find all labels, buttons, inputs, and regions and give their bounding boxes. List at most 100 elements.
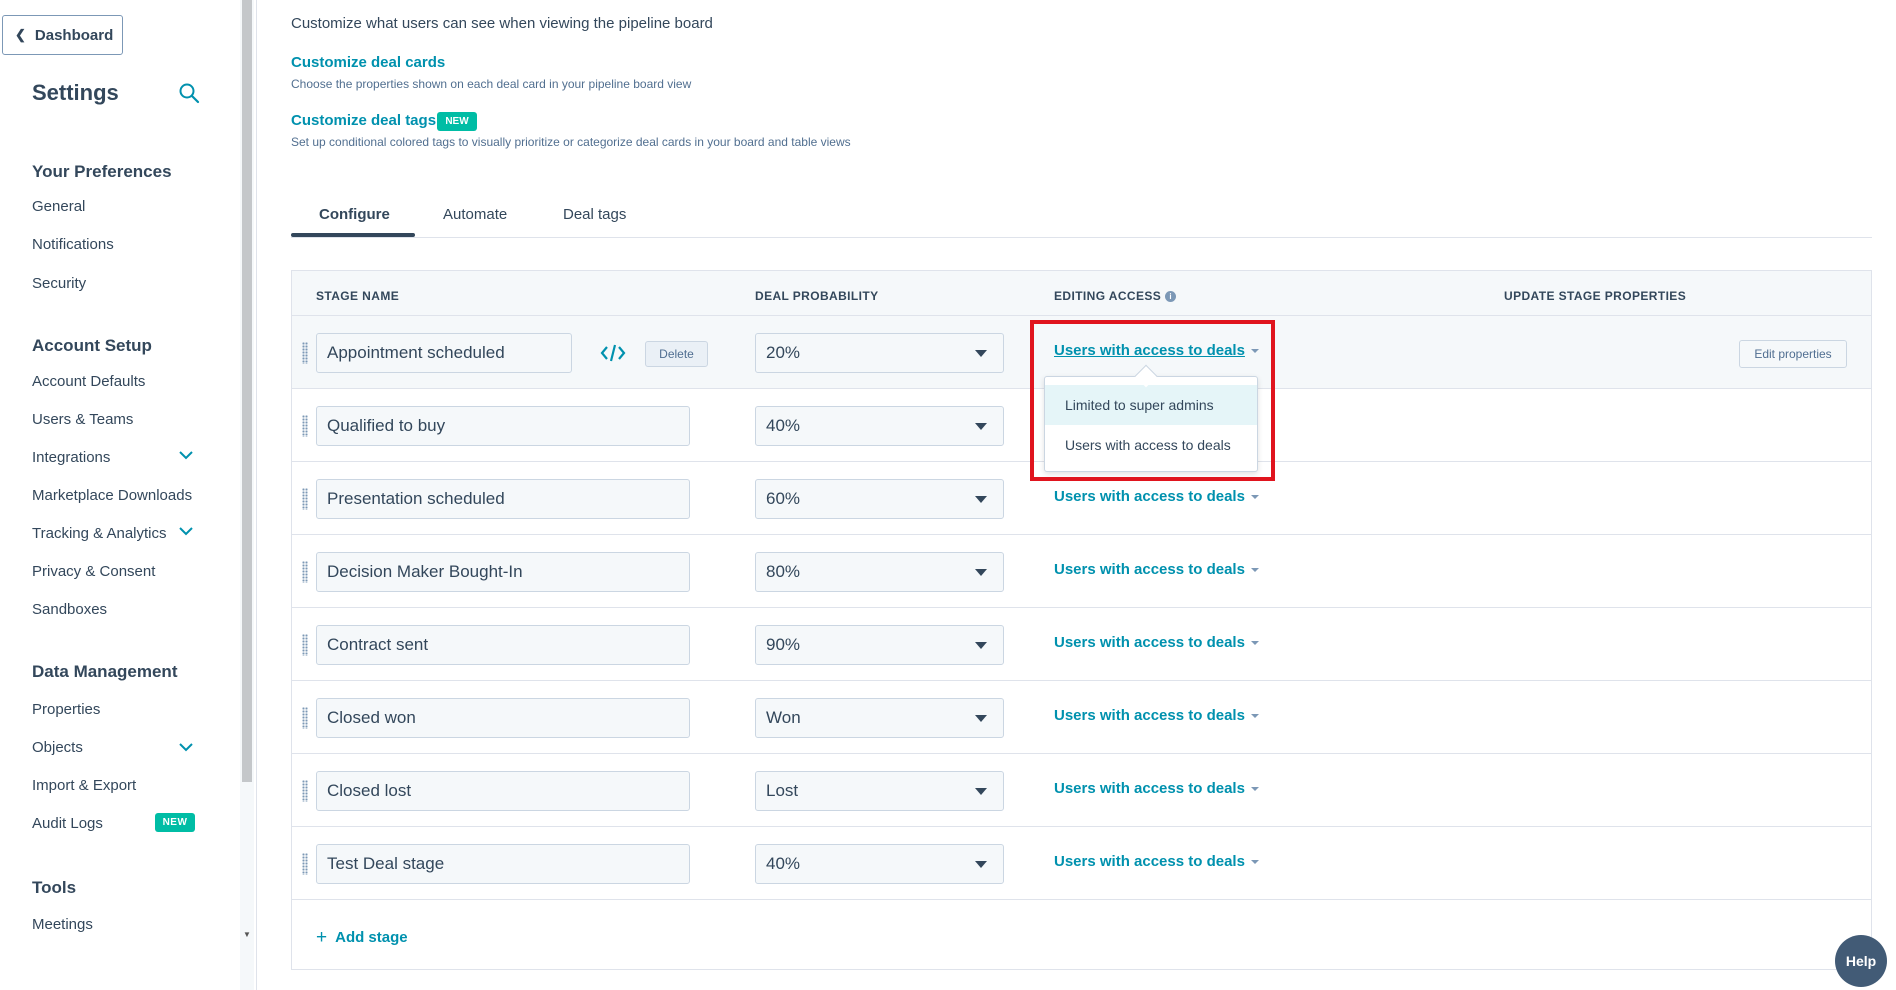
new-badge: NEW <box>437 112 477 131</box>
editing-access-dropdown[interactable]: Users with access to deals <box>1054 488 1259 505</box>
code-icon[interactable] <box>600 342 626 364</box>
active-tab-indicator <box>291 233 415 237</box>
caret-down-icon <box>1250 860 1259 865</box>
sidebar-item-sandboxes[interactable]: Sandboxes <box>32 601 107 618</box>
customize-deal-cards-desc: Choose the properties shown on each deal… <box>291 77 692 91</box>
stage-name-input[interactable]: Presentation scheduled <box>316 479 690 519</box>
drag-handle-icon[interactable] <box>302 634 308 656</box>
caret-down-icon <box>975 861 987 868</box>
help-button[interactable]: Help <box>1835 935 1887 987</box>
deal-probability-select[interactable]: 90% <box>755 625 1004 665</box>
editing-access-value: Users with access to deals <box>1054 634 1245 651</box>
add-stage-button[interactable]: + Add stage <box>316 927 408 949</box>
drag-handle-icon[interactable] <box>302 415 308 437</box>
header-deal-probability: DEAL PROBABILITY <box>755 289 879 303</box>
editing-access-value: Users with access to deals <box>1054 780 1245 797</box>
tab-automate[interactable]: Automate <box>443 206 507 223</box>
sidebar-item-notifications[interactable]: Notifications <box>32 236 114 253</box>
stage-name-input[interactable]: Qualified to buy <box>316 406 690 446</box>
editing-access-value: Users with access to deals <box>1054 561 1245 578</box>
sidebar-item-general[interactable]: General <box>32 198 85 215</box>
deal-probability-value: Lost <box>766 781 799 800</box>
stage-name-input[interactable]: Appointment scheduled <box>316 333 572 373</box>
settings-sidebar: ❮ Dashboard Settings Your Preferences Ge… <box>0 0 240 990</box>
deal-probability-value: 20% <box>766 343 801 362</box>
table-row: Closed won Won Users with access to deal… <box>292 681 1871 754</box>
stage-name-input[interactable]: Test Deal stage <box>316 844 690 884</box>
caret-down-icon <box>975 496 987 503</box>
stage-name-input[interactable]: Contract sent <box>316 625 690 665</box>
sidebar-item-marketplace-downloads[interactable]: Marketplace Downloads <box>32 487 192 504</box>
scrollbar-thumb[interactable] <box>242 0 252 782</box>
highlight-annotation-box <box>1030 320 1275 481</box>
deal-probability-select[interactable]: 60% <box>755 479 1004 519</box>
caret-down-icon <box>1250 714 1259 719</box>
scroll-down-icon[interactable]: ▼ <box>243 930 251 939</box>
table-header: STAGE NAME DEAL PROBABILITY EDITING ACCE… <box>292 271 1871 316</box>
editing-access-value: Users with access to deals <box>1054 707 1245 724</box>
drag-handle-icon[interactable] <box>302 780 308 802</box>
edit-properties-button[interactable]: Edit properties <box>1739 340 1847 368</box>
sidebar-item-objects[interactable]: Objects <box>32 739 83 756</box>
sidebar-scrollbar[interactable]: ▲ ▼ <box>240 0 254 990</box>
editing-access-value: Users with access to deals <box>1054 853 1245 870</box>
deal-probability-select[interactable]: 40% <box>755 406 1004 446</box>
section-account-setup: Account Setup <box>32 336 152 355</box>
sidebar-item-security[interactable]: Security <box>32 275 86 292</box>
chevron-down-icon[interactable] <box>178 450 194 460</box>
back-to-dashboard-button[interactable]: ❮ Dashboard <box>2 15 123 55</box>
stage-name-input[interactable]: Decision Maker Bought-In <box>316 552 690 592</box>
chevron-down-icon[interactable] <box>178 526 194 536</box>
caret-down-icon <box>1250 568 1259 573</box>
tab-deal-tags[interactable]: Deal tags <box>563 206 626 223</box>
sidebar-item-users-teams[interactable]: Users & Teams <box>32 411 133 428</box>
caret-down-icon <box>1250 641 1259 646</box>
caret-down-icon <box>975 642 987 649</box>
editing-access-dropdown[interactable]: Users with access to deals <box>1054 780 1259 797</box>
delete-stage-button[interactable]: Delete <box>645 341 708 367</box>
deal-probability-select[interactable]: Won <box>755 698 1004 738</box>
deal-probability-select[interactable]: 20% <box>755 333 1004 373</box>
sidebar-item-integrations[interactable]: Integrations <box>32 449 110 466</box>
deal-probability-value: Won <box>766 708 801 727</box>
sidebar-item-tracking-analytics[interactable]: Tracking & Analytics <box>32 525 167 542</box>
sidebar-item-import-export[interactable]: Import & Export <box>32 777 136 794</box>
drag-handle-icon[interactable] <box>302 342 308 364</box>
tab-configure[interactable]: Configure <box>319 206 390 223</box>
customize-deal-cards-link[interactable]: Customize deal cards <box>291 54 445 71</box>
drag-handle-icon[interactable] <box>302 488 308 510</box>
info-icon[interactable]: i <box>1165 291 1177 303</box>
customize-deal-tags-link[interactable]: Customize deal tags <box>291 112 436 129</box>
caret-down-icon <box>975 788 987 795</box>
editing-access-dropdown[interactable]: Users with access to deals <box>1054 853 1259 870</box>
caret-down-icon <box>1250 787 1259 792</box>
chevron-down-icon[interactable] <box>178 742 194 752</box>
back-label: Dashboard <box>34 26 114 44</box>
drag-handle-icon[interactable] <box>302 561 308 583</box>
deal-probability-select[interactable]: Lost <box>755 771 1004 811</box>
customize-deal-tags-desc: Set up conditional colored tags to visua… <box>291 135 851 149</box>
editing-access-dropdown[interactable]: Users with access to deals <box>1054 634 1259 651</box>
sidebar-item-properties[interactable]: Properties <box>32 701 100 718</box>
drag-handle-icon[interactable] <box>302 853 308 875</box>
table-row: Closed lost Lost Users with access to de… <box>292 754 1871 827</box>
main-content: Customize what users can see when viewin… <box>257 0 1896 990</box>
search-icon[interactable] <box>178 82 200 104</box>
table-row: Contract sent 90% Users with access to d… <box>292 608 1871 681</box>
deal-probability-value: 40% <box>766 416 801 435</box>
settings-title: Settings <box>32 80 119 105</box>
sidebar-item-meetings[interactable]: Meetings <box>32 916 93 933</box>
drag-handle-icon[interactable] <box>302 707 308 729</box>
editing-access-dropdown[interactable]: Users with access to deals <box>1054 707 1259 724</box>
table-row: Test Deal stage 40% Users with access to… <box>292 827 1871 900</box>
deal-probability-select[interactable]: 80% <box>755 552 1004 592</box>
stage-name-input[interactable]: Closed lost <box>316 771 690 811</box>
deal-probability-select[interactable]: 40% <box>755 844 1004 884</box>
header-update-stage-properties: UPDATE STAGE PROPERTIES <box>1504 289 1687 303</box>
deal-probability-value: 80% <box>766 562 801 581</box>
sidebar-item-audit-logs[interactable]: Audit Logs <box>32 815 103 832</box>
stage-name-input[interactable]: Closed won <box>316 698 690 738</box>
sidebar-item-privacy-consent[interactable]: Privacy & Consent <box>32 563 155 580</box>
editing-access-dropdown[interactable]: Users with access to deals <box>1054 561 1259 578</box>
sidebar-item-account-defaults[interactable]: Account Defaults <box>32 373 145 390</box>
